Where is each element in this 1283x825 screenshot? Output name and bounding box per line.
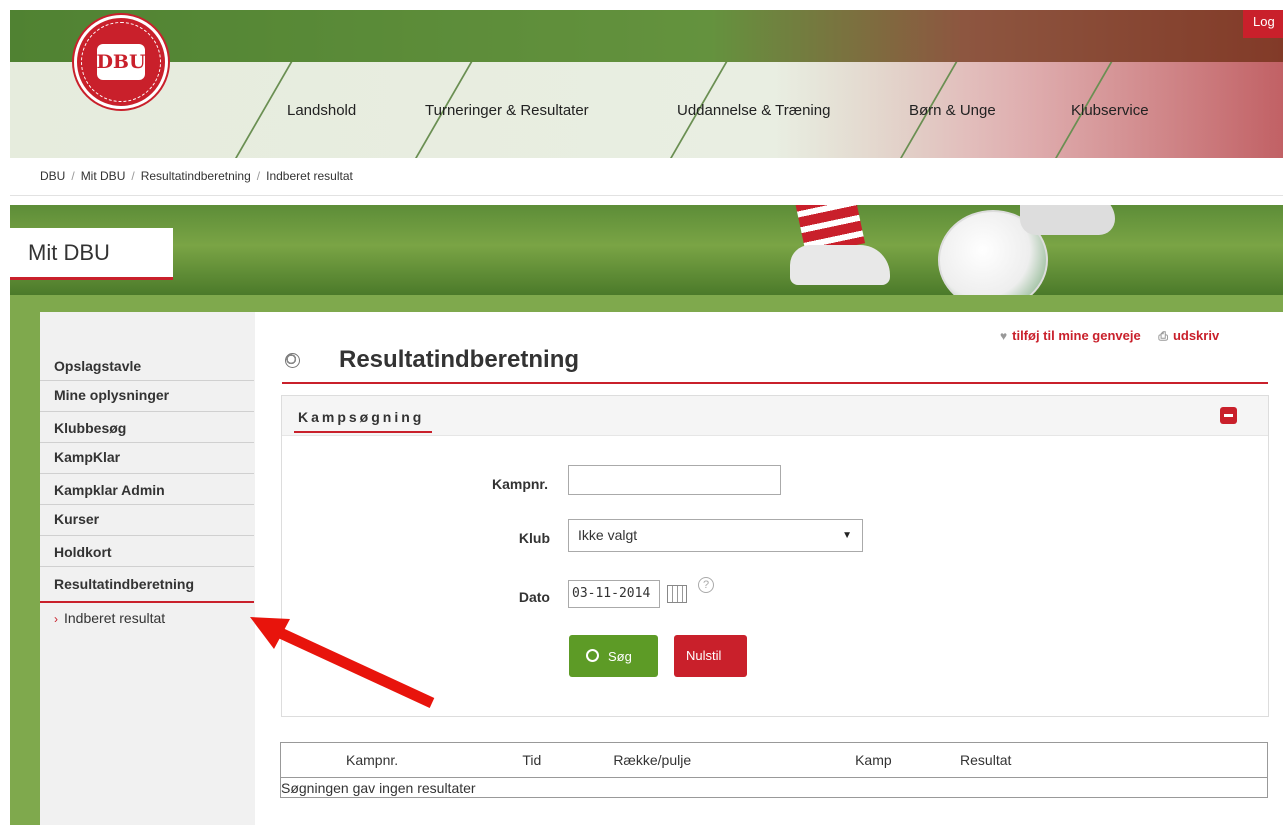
- nav-item-boern-unge[interactable]: Børn & Unge: [909, 102, 996, 119]
- search-panel-title: Kampsøgning: [294, 405, 433, 433]
- column-header-raekke-pulje[interactable]: Række/pulje: [549, 742, 790, 778]
- klub-select[interactable]: Ikke valgt ▼: [568, 519, 863, 552]
- column-header-kampnr[interactable]: Kampnr.: [280, 742, 470, 778]
- help-icon[interactable]: ?: [698, 577, 714, 593]
- breadcrumb: DBU / Mit DBU / Resultatindberetning / Indbere…: [10, 158, 1283, 196]
- breadcrumb-item-mit-dbu[interactable]: Mit DBU: [81, 169, 126, 183]
- breadcrumb-item-indberet-resultat: Indberet resultat: [266, 169, 353, 183]
- search-button-label: Søg: [608, 649, 632, 664]
- sidebar-item-kampklar-admin[interactable]: Kampklar Admin: [40, 474, 254, 505]
- banner-shoe-image: [1020, 205, 1115, 235]
- klub-label: Klub: [518, 530, 550, 546]
- breadcrumb-item-dbu[interactable]: DBU: [40, 169, 65, 183]
- results-header-row: Kampnr. Tid Række/pulje Kamp Resultat: [280, 742, 1269, 778]
- nav-divider: [235, 62, 293, 158]
- column-header-resultat[interactable]: Resultat: [919, 742, 1269, 778]
- dato-label: Dato: [518, 589, 550, 605]
- sidebar-subitem-indberet-resultat[interactable]: › Indberet resultat: [40, 605, 254, 633]
- banner-title: Mit DBU: [10, 228, 173, 280]
- dato-input[interactable]: 03-11-2014: [568, 580, 660, 608]
- search-icon: [586, 649, 599, 662]
- results-table: Kampnr. Tid Række/pulje Kamp Resultat Sø…: [280, 742, 1269, 798]
- nav-item-uddannelse[interactable]: Uddannelse & Træning: [677, 102, 830, 119]
- klub-select-value: Ikke valgt: [578, 527, 638, 543]
- sidebar-item-holdkort[interactable]: Holdkort: [40, 536, 254, 567]
- dropdown-arrow-icon: ▼: [842, 530, 852, 541]
- football-icon: [285, 353, 300, 368]
- column-header-tid[interactable]: Tid: [469, 742, 550, 778]
- chevron-right-icon: ›: [54, 612, 58, 626]
- sidebar-item-resultatindberetning[interactable]: Resultatindberetning: [40, 567, 254, 603]
- site-header: DBU Landshold Turneringer & Resultater U…: [10, 10, 1283, 158]
- search-panel-header: Kampsøgning: [282, 396, 1268, 436]
- login-button[interactable]: Log: [1243, 10, 1283, 38]
- dbu-logo[interactable]: DBU: [74, 15, 168, 109]
- page-banner: Mit DBU: [10, 205, 1283, 295]
- nav-item-klubservice[interactable]: Klubservice: [1071, 102, 1149, 119]
- sidebar-item-kurser[interactable]: Kurser: [40, 505, 254, 536]
- kampnr-label: Kampnr.: [491, 476, 548, 492]
- breadcrumb-separator: /: [256, 169, 261, 183]
- logo-ring: [81, 22, 161, 102]
- banner-shoe-image: [790, 245, 890, 285]
- collapse-icon[interactable]: [1220, 407, 1237, 424]
- sidebar-item-klubbesoeg[interactable]: Klubbesøg: [40, 412, 254, 443]
- nav-item-turneringer[interactable]: Turneringer & Resultater: [425, 102, 589, 119]
- breadcrumb-separator: /: [131, 169, 135, 183]
- sidebar-subitem-label: Indberet resultat: [64, 610, 166, 626]
- header-strip: [10, 10, 1283, 62]
- page-title-bar: Resultatindberetning: [282, 340, 1268, 384]
- sidebar-item-opslagstavle[interactable]: Opslagstavle: [40, 350, 254, 381]
- reset-button[interactable]: Nulstil: [674, 635, 747, 677]
- empty-results-message: Søgningen gav ingen resultater: [280, 777, 1268, 798]
- nav-item-landshold[interactable]: Landshold: [287, 102, 356, 119]
- main-nav: Landshold Turneringer & Resultater Uddan…: [230, 62, 1283, 158]
- breadcrumb-item-resultatindberetning[interactable]: Resultatindberetning: [141, 169, 251, 183]
- sidebar-item-mine-oplysninger[interactable]: Mine oplysninger: [40, 381, 254, 412]
- sidebar-item-kampklar[interactable]: KampKlar: [40, 443, 254, 474]
- annotation-arrow: [250, 617, 435, 708]
- calendar-icon[interactable]: [667, 585, 687, 603]
- column-header-kamp[interactable]: Kamp: [789, 742, 920, 778]
- breadcrumb-separator: /: [71, 169, 75, 183]
- search-button[interactable]: Søg: [569, 635, 658, 677]
- table-row: Søgningen gav ingen resultater: [280, 777, 1268, 798]
- kampnr-input[interactable]: [568, 465, 781, 495]
- page-title: Resultatindberetning: [339, 346, 580, 373]
